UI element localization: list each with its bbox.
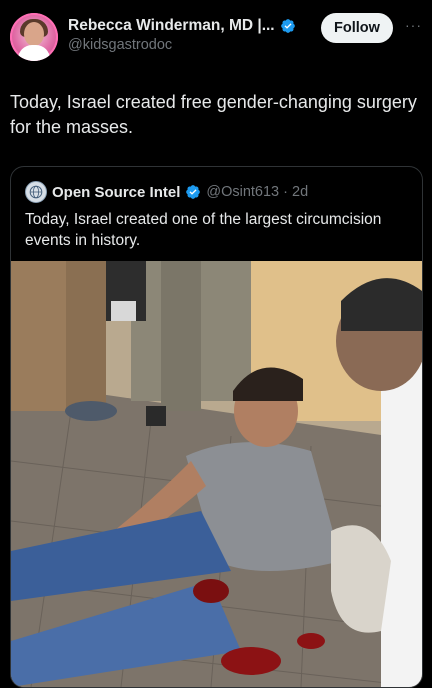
quoted-tweet-header: Open Source Intel @Osint613 · 2d bbox=[25, 181, 308, 203]
tweet-header: Rebecca Winderman, MD |... @kidsgastrodo… bbox=[10, 13, 422, 65]
author-avatar[interactable] bbox=[10, 13, 58, 61]
author-name-block: Rebecca Winderman, MD |... @kidsgastrodo… bbox=[68, 17, 296, 53]
quoted-tweet-photo[interactable] bbox=[11, 261, 422, 687]
globe-icon bbox=[29, 185, 43, 199]
author-handle[interactable]: @kidsgastrodoc bbox=[68, 37, 296, 53]
quoted-handle-time[interactable]: @Osint613 · 2d bbox=[206, 184, 308, 200]
follow-button[interactable]: Follow bbox=[321, 13, 393, 43]
verified-badge-icon bbox=[186, 185, 201, 199]
quoted-tweet-text: Today, Israel created one of the largest… bbox=[25, 211, 382, 249]
author-display-name[interactable]: Rebecca Winderman, MD |... bbox=[68, 17, 275, 35]
quoted-author-name[interactable]: Open Source Intel bbox=[52, 184, 180, 201]
verified-badge-icon bbox=[280, 19, 295, 33]
quoted-author-avatar[interactable] bbox=[25, 181, 47, 203]
more-options-icon[interactable]: ··· bbox=[405, 17, 422, 33]
quoted-tweet[interactable]: Open Source Intel @Osint613 · 2d Today, … bbox=[10, 166, 423, 688]
tweet-text: Today, Israel created free gender-changi… bbox=[10, 92, 417, 137]
